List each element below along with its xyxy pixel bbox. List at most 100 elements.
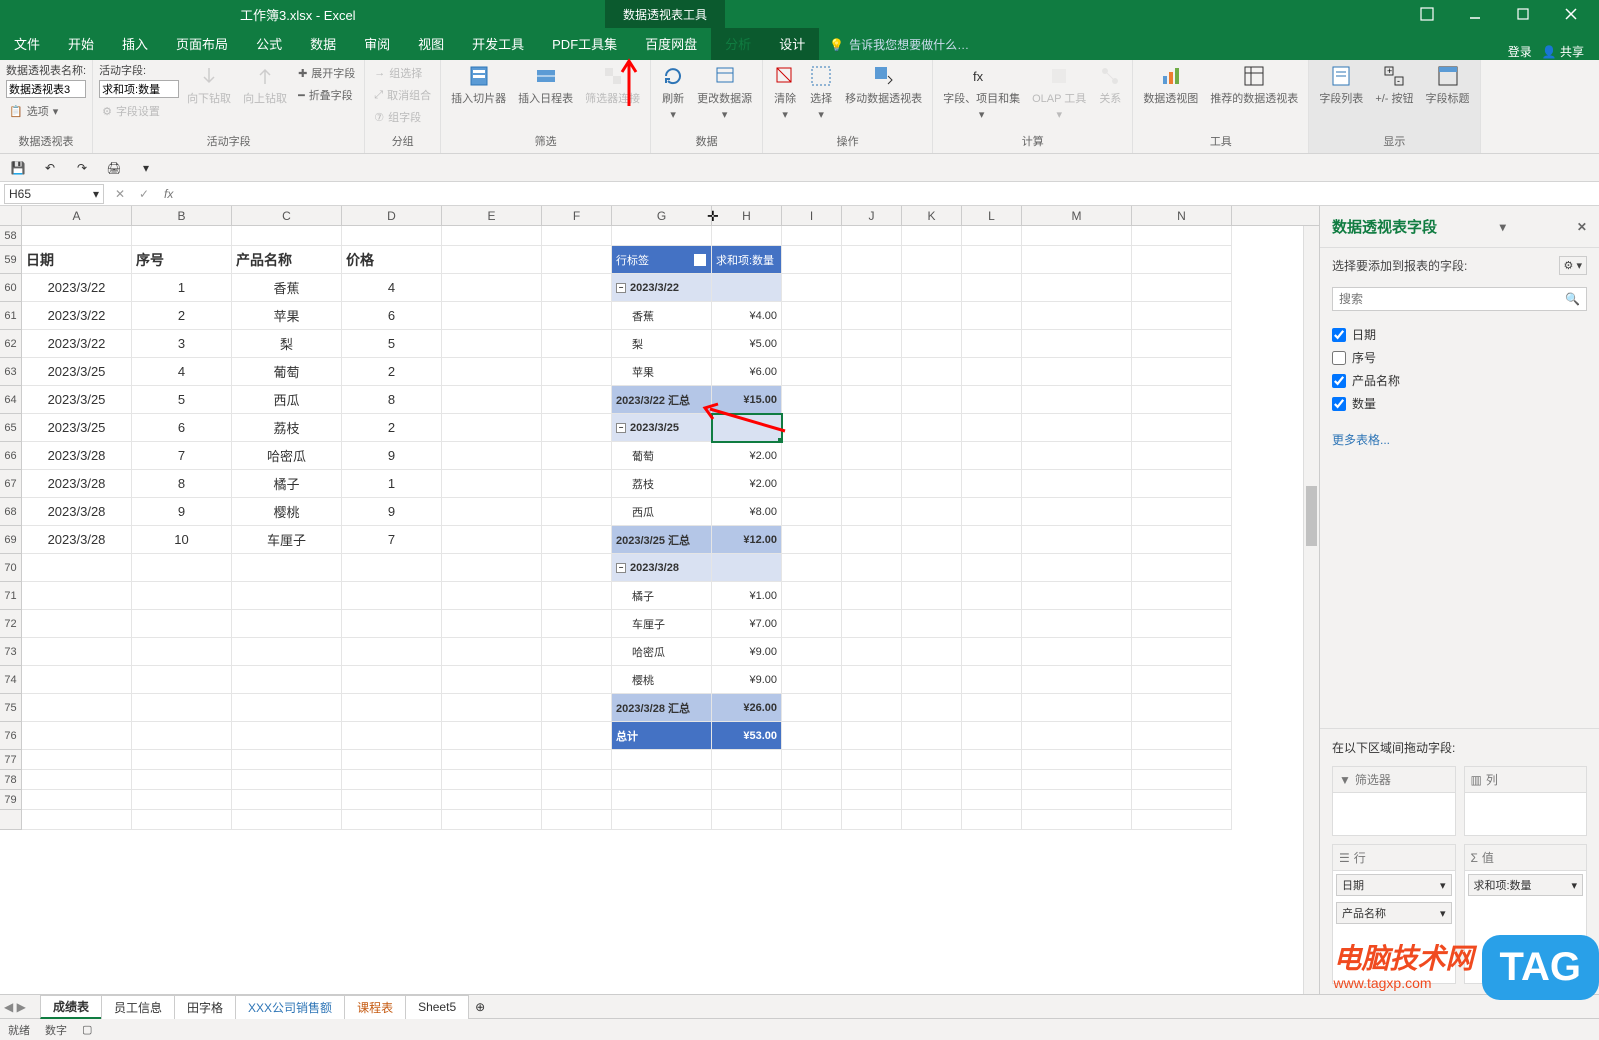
row-header[interactable]: 74 [0, 666, 22, 694]
cell[interactable] [902, 498, 962, 526]
cell[interactable] [1022, 790, 1132, 810]
cell[interactable] [442, 722, 542, 750]
cell[interactable] [132, 610, 232, 638]
tab-insert[interactable]: 插入 [108, 27, 162, 60]
cell[interactable] [962, 498, 1022, 526]
cell[interactable] [612, 790, 712, 810]
col-header[interactable]: J [842, 206, 902, 225]
cell[interactable] [1132, 694, 1232, 722]
col-header[interactable]: N [1132, 206, 1232, 225]
cell[interactable] [442, 582, 542, 610]
cell[interactable] [782, 790, 842, 810]
cell[interactable] [782, 358, 842, 386]
cell[interactable] [842, 638, 902, 666]
spreadsheet[interactable]: ABCDEFGHIJKLMN 5859606162636465666768697… [0, 206, 1319, 994]
cell[interactable] [902, 330, 962, 358]
cell[interactable]: 10 [132, 526, 232, 554]
cell[interactable] [542, 358, 612, 386]
cell[interactable] [342, 810, 442, 830]
cell[interactable]: 葡萄 [232, 358, 342, 386]
collapse-icon[interactable]: − [616, 283, 626, 293]
cell[interactable] [782, 470, 842, 498]
status-rec-icon[interactable]: ▢ [82, 1023, 92, 1036]
cell[interactable]: 产品名称 [232, 246, 342, 274]
cell[interactable]: 2023/3/22 [22, 330, 132, 358]
cell[interactable] [612, 226, 712, 246]
cell[interactable]: 2023/3/22 汇总 [612, 386, 712, 414]
cell[interactable]: 西瓜 [232, 386, 342, 414]
collapse-icon[interactable]: − [616, 563, 626, 573]
cell[interactable] [842, 330, 902, 358]
cell[interactable] [342, 582, 442, 610]
cell[interactable] [902, 810, 962, 830]
col-header[interactable]: I [782, 206, 842, 225]
cell[interactable] [442, 226, 542, 246]
cell[interactable] [22, 666, 132, 694]
cell[interactable] [902, 582, 962, 610]
cell[interactable] [1022, 246, 1132, 274]
redo-icon[interactable]: ↷ [72, 158, 92, 178]
cell[interactable] [442, 442, 542, 470]
cell[interactable] [782, 330, 842, 358]
cell[interactable] [1132, 582, 1232, 610]
cell[interactable]: 西瓜 [612, 498, 712, 526]
cell[interactable] [22, 582, 132, 610]
chevron-down-icon[interactable]: ▾ [1440, 907, 1446, 920]
login-link[interactable]: 登录 [1508, 43, 1532, 60]
cell[interactable]: 荔枝 [612, 470, 712, 498]
cell[interactable]: ¥2.00 [712, 442, 782, 470]
cell[interactable] [1022, 386, 1132, 414]
tab-design[interactable]: 设计 [765, 27, 819, 60]
cell[interactable] [962, 358, 1022, 386]
cell[interactable] [902, 246, 962, 274]
cell[interactable] [22, 750, 132, 770]
cell[interactable] [902, 526, 962, 554]
cell[interactable] [1132, 638, 1232, 666]
cell[interactable] [542, 470, 612, 498]
cell[interactable]: 荔枝 [232, 414, 342, 442]
cell[interactable] [442, 750, 542, 770]
cell[interactable] [542, 554, 612, 582]
cell[interactable] [442, 302, 542, 330]
cell[interactable] [782, 694, 842, 722]
cell[interactable] [1132, 470, 1232, 498]
cell[interactable] [22, 790, 132, 810]
cell[interactable]: 9 [132, 498, 232, 526]
cell[interactable] [712, 770, 782, 790]
sheet-tab[interactable]: 员工信息 [101, 995, 175, 1019]
cell[interactable] [442, 498, 542, 526]
field-checkbox[interactable] [1332, 328, 1346, 342]
row-header[interactable]: 73 [0, 638, 22, 666]
cell[interactable]: 2023/3/22 [22, 274, 132, 302]
cell[interactable] [1022, 582, 1132, 610]
cell[interactable] [962, 770, 1022, 790]
cell[interactable] [22, 694, 132, 722]
col-header[interactable]: H [712, 206, 782, 225]
cell[interactable] [132, 722, 232, 750]
cell[interactable] [1132, 330, 1232, 358]
cell[interactable]: 樱桃 [612, 666, 712, 694]
cell[interactable]: 车厘子 [232, 526, 342, 554]
cell[interactable] [782, 638, 842, 666]
cell[interactable]: 梨 [232, 330, 342, 358]
cell[interactable] [342, 694, 442, 722]
cell[interactable] [442, 554, 542, 582]
cell[interactable] [442, 610, 542, 638]
vertical-scrollbar[interactable] [1303, 226, 1319, 994]
ribbon-opts-icon[interactable] [1407, 0, 1447, 28]
cell[interactable] [542, 414, 612, 442]
row-header[interactable]: 69 [0, 526, 22, 554]
cell[interactable] [902, 226, 962, 246]
cell[interactable] [962, 330, 1022, 358]
cell[interactable]: ¥7.00 [712, 610, 782, 638]
cell[interactable]: 2023/3/28 [22, 442, 132, 470]
cell[interactable] [132, 582, 232, 610]
cell[interactable]: 6 [342, 302, 442, 330]
cell[interactable]: 3 [132, 330, 232, 358]
cell[interactable] [1132, 610, 1232, 638]
tab-home[interactable]: 开始 [54, 27, 108, 60]
cell[interactable] [542, 274, 612, 302]
cell[interactable] [902, 414, 962, 442]
cell[interactable] [442, 810, 542, 830]
cell[interactable] [782, 274, 842, 302]
